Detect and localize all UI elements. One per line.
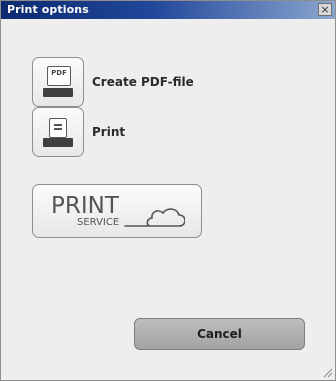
print-option: Print [32, 107, 125, 157]
pdf-document-icon: PDF [47, 66, 71, 86]
dialog-title: Print options [7, 3, 89, 16]
create-pdf-label[interactable]: Create PDF-file [92, 75, 194, 89]
print-options-dialog: Print options × PDF Create PDF-file Prin… [0, 0, 336, 381]
print-service-logo: PRINT SERVICE [51, 193, 185, 228]
print-service-main-text: PRINT [51, 193, 120, 219]
print-label[interactable]: Print [92, 125, 125, 139]
pdf-icon-text: PDF [51, 69, 67, 77]
printer-base-icon [43, 88, 73, 97]
title-bar[interactable]: Print options × [1, 1, 335, 19]
cloud-icon [124, 208, 185, 227]
print-button[interactable] [32, 107, 84, 157]
cancel-button[interactable]: Cancel [134, 318, 305, 350]
resize-grip-icon[interactable] [321, 366, 333, 378]
close-button[interactable]: × [318, 3, 332, 16]
print-service-sub-text: SERVICE [77, 217, 119, 228]
create-pdf-option: PDF Create PDF-file [32, 57, 194, 107]
create-pdf-button[interactable]: PDF [32, 57, 84, 107]
document-icon [49, 118, 67, 138]
print-service-button[interactable]: PRINT SERVICE [32, 184, 202, 238]
printer-icon [43, 138, 73, 147]
document-line [54, 128, 62, 130]
document-line [54, 124, 62, 126]
